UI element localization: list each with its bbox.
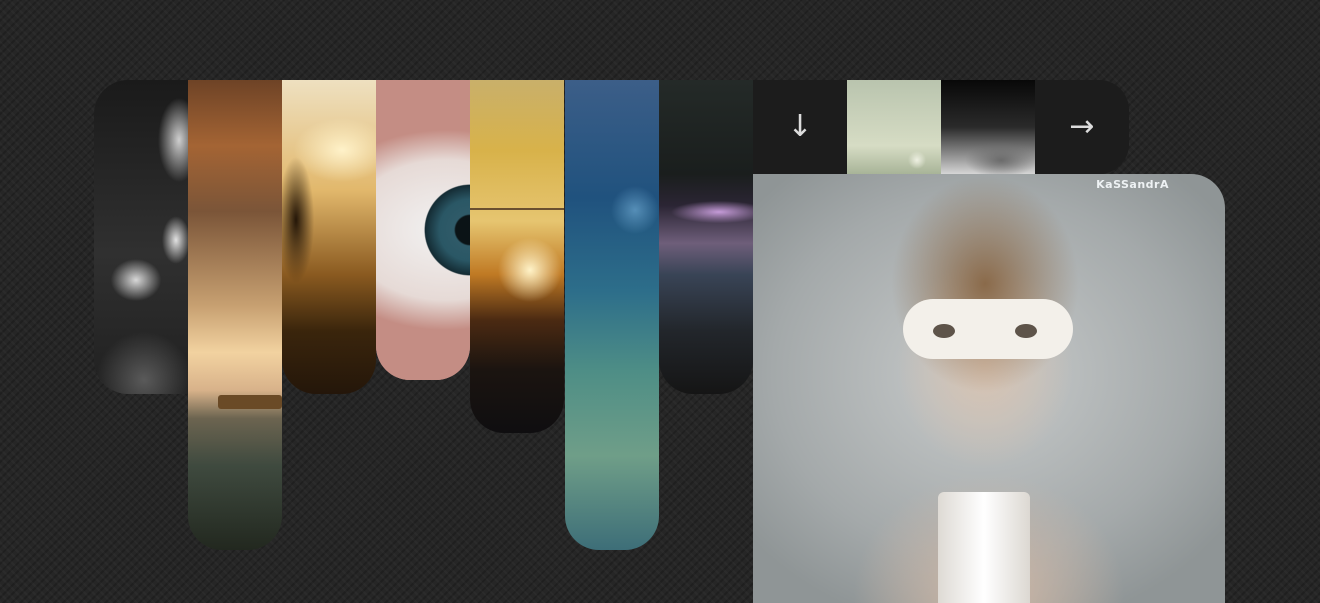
- gallery-image-sunset-sea[interactable]: [188, 80, 282, 550]
- gallery-thumb-1[interactable]: [847, 80, 941, 174]
- gallery-thumb-2[interactable]: [941, 80, 1035, 174]
- milk-mask: [903, 299, 1073, 359]
- boat: [218, 395, 282, 409]
- arrow-down-icon: ↓: [787, 109, 813, 144]
- right-eye: [1015, 324, 1037, 338]
- gallery-image-eye[interactable]: [376, 80, 470, 380]
- gallery-image-sunset-fence[interactable]: [470, 80, 564, 433]
- cup: [938, 492, 1030, 603]
- left-eye: [933, 324, 955, 338]
- gallery-image-droplet[interactable]: [659, 80, 753, 394]
- scroll-down-button[interactable]: ↓: [753, 80, 847, 174]
- fence: [470, 208, 564, 210]
- gallery-image-tiger[interactable]: [94, 80, 188, 394]
- arrow-right-icon: →: [1069, 109, 1095, 144]
- next-button[interactable]: →: [1035, 80, 1129, 174]
- featured-image[interactable]: KaSSandrA: [753, 174, 1225, 603]
- gallery-image-wheat-silhouette[interactable]: [282, 80, 376, 394]
- watermark-logo: KaSSandrA: [1096, 178, 1169, 191]
- gallery-image-grass[interactable]: [565, 80, 659, 550]
